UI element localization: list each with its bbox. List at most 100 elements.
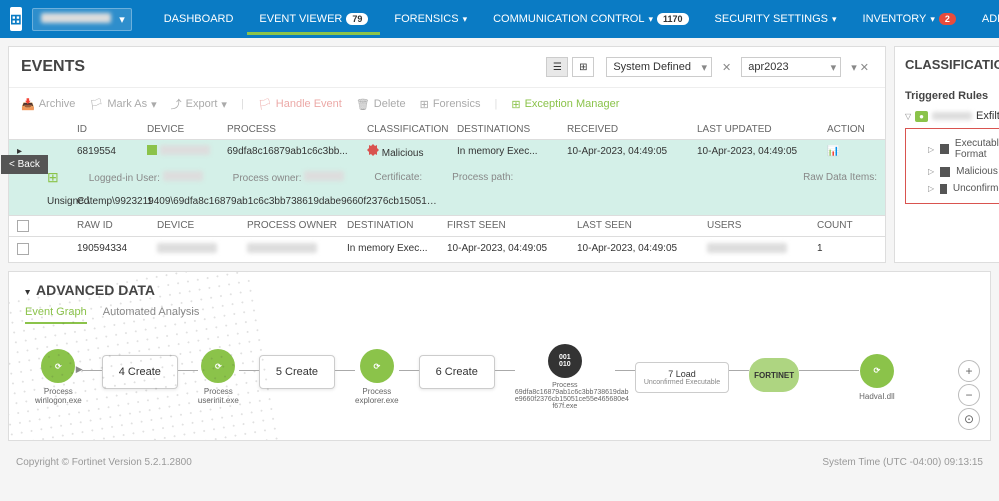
event-graph[interactable]: ⟳Process winlogon.exe 4 Create ⟳Process …: [25, 344, 974, 410]
graph-node[interactable]: ⟳Process winlogon.exe: [35, 349, 82, 405]
nav-forensics[interactable]: FORENSICS▾: [382, 3, 479, 35]
col[interactable]: LAST SEEN: [577, 220, 707, 232]
col-updated[interactable]: LAST UPDATED: [697, 124, 827, 135]
node-label: Process winlogon.exe: [35, 387, 82, 405]
rule-item[interactable]: ▷Unconfirmed Executable - Executable Fil…: [914, 180, 999, 197]
col[interactable]: DEVICE: [157, 220, 247, 232]
forensics-button[interactable]: ⊞ Forensics: [420, 98, 481, 111]
export-button[interactable]: ⤴ Export ▾: [171, 96, 227, 112]
nav-inventory[interactable]: INVENTORY▾2: [851, 3, 968, 35]
node-label: Process explorer.exe: [355, 387, 399, 405]
col-device[interactable]: DEVICE: [147, 124, 227, 135]
filter-date[interactable]: apr2023: [741, 57, 841, 77]
cell: 10-Apr-2023, 04:49:05: [447, 243, 577, 256]
graph-node[interactable]: ⟳HadvaI.dll: [859, 354, 895, 401]
col-received[interactable]: RECEIVED: [567, 124, 697, 135]
collapse-icon[interactable]: ▸: [22, 290, 33, 295]
nav-admin[interactable]: ADMINISTRATION▲: [970, 3, 999, 35]
col[interactable]: COUNT: [817, 220, 867, 232]
nav-label: FORENSICS: [394, 13, 458, 25]
events-grid: ID DEVICE PROCESS CLASSIFICATION DESTINA…: [9, 120, 885, 262]
markas-button[interactable]: 🏳 Mark As ▾: [89, 98, 156, 111]
badge: 1170: [657, 13, 689, 25]
copyright-text: Copyright © Fortinet Version 5.2.1.2800: [16, 457, 192, 468]
zoom-controls: + − ⊙: [958, 360, 980, 430]
tab-event-graph[interactable]: Event Graph: [25, 306, 87, 324]
rules-box: ▷Executable Format - Bad Executable File…: [905, 128, 999, 204]
delete-button[interactable]: 🗑 Delete: [356, 98, 406, 111]
triggered-rules-header: Triggered Rules: [905, 90, 999, 102]
col-id[interactable]: ID: [77, 124, 147, 135]
nav-dashboard[interactable]: DASHBOARD: [152, 3, 246, 35]
col[interactable]: USERS: [707, 220, 817, 232]
view-grid-icon[interactable]: ⊞: [572, 57, 594, 77]
action-icon[interactable]: 📊: [827, 146, 877, 157]
back-button[interactable]: < Back: [1, 155, 48, 174]
file-icon: [940, 144, 949, 154]
col-action[interactable]: ACTION: [827, 124, 877, 135]
col[interactable]: DESTINATION: [347, 220, 447, 232]
exception-button[interactable]: ⊞ Exception Manager: [511, 98, 619, 111]
nav-security[interactable]: SECURITY SETTINGS▾: [703, 3, 849, 35]
col-process[interactable]: PROCESS: [227, 124, 367, 135]
rule-item[interactable]: ▷Executable Format - Bad Executable File…: [914, 135, 999, 163]
cell: [157, 243, 247, 256]
row-expand-values: Unsigned C:\temp\9923219409\69dfa8c16879…: [9, 192, 885, 215]
advanced-title: ADVANCED DATA: [36, 282, 155, 298]
nav-label: COMMUNICATION CONTROL: [493, 13, 644, 25]
rule-root-label: Exfiltration Prevention: [976, 110, 999, 122]
chevron-down-icon: ▾: [648, 14, 653, 25]
graph-node[interactable]: ⟳Process userinit.exe: [198, 349, 239, 405]
view-list-icon[interactable]: ☰: [546, 57, 568, 77]
graph-edge-label: 4 Create: [102, 355, 178, 389]
col-destinations[interactable]: DESTINATIONS: [457, 124, 567, 135]
graph-edge-label: 5 Create: [259, 355, 335, 389]
nav-comm-control[interactable]: COMMUNICATION CONTROL ▾ 1170: [481, 3, 700, 35]
clear-filter-icon[interactable]: ✕: [718, 61, 735, 74]
btn-label: Archive: [39, 98, 76, 110]
details-title: CLASSIFICATION DETAILS: [905, 57, 999, 72]
rule-text: Executable Format - Bad Executable File …: [955, 138, 999, 160]
raw-value: 1: [147, 196, 207, 207]
graph-edge-label: 7 LoadUnconfirmed Executable: [635, 362, 729, 393]
rule-item[interactable]: ▷Malicious File Detected: [914, 163, 999, 180]
handle-button[interactable]: 🏳 Handle Event: [258, 98, 342, 111]
cell: 190594334: [77, 243, 157, 256]
tab-automated-analysis[interactable]: Automated Analysis: [103, 306, 200, 324]
file-icon: [940, 167, 950, 177]
cell-received: 10-Apr-2023, 04:49:05: [567, 146, 697, 157]
col[interactable]: PROCESS OWNER: [247, 220, 347, 232]
filter-system[interactable]: System Defined: [606, 57, 712, 77]
archive-button[interactable]: 📥 Archive: [21, 98, 75, 111]
col[interactable]: FIRST SEEN: [447, 220, 577, 232]
graph-node[interactable]: FORTINET: [749, 358, 799, 396]
zoom-in-button[interactable]: +: [958, 360, 980, 382]
collapse-icon[interactable]: ▽: [905, 112, 911, 121]
nav-event-viewer[interactable]: EVENT VIEWER79: [247, 3, 380, 35]
rule-root[interactable]: ▽ ● Exfiltration Prevention: [905, 110, 999, 122]
graph-node[interactable]: ⟳Process explorer.exe: [355, 349, 399, 405]
system-time: System Time (UTC -04:00) 09:13:15: [822, 457, 983, 468]
btn-label: Exception Manager: [525, 98, 620, 110]
filter-dropdown-icon[interactable]: ▾ ✕: [847, 61, 873, 74]
col[interactable]: RAW ID: [77, 220, 157, 232]
cell-classification: Malicious: [367, 144, 457, 159]
zoom-reset-button[interactable]: ⊙: [958, 408, 980, 430]
node-label: HadvaI.dll: [859, 392, 895, 401]
graph-node[interactable]: 001010Process 69dfa8c16879ab1c6c3bb73861…: [515, 344, 615, 410]
event-row[interactable]: ▸ 6819554 69dfa8c16879ab1c6c3bb... Malic…: [9, 140, 885, 163]
footer: Copyright © Fortinet Version 5.2.1.2800 …: [0, 449, 999, 476]
lbl: Process path:: [452, 172, 513, 183]
panel-title: EVENTS: [21, 58, 85, 76]
checkbox[interactable]: [17, 220, 29, 232]
zoom-out-button[interactable]: −: [958, 384, 980, 406]
fortinet-icon: FORTINET: [749, 358, 799, 392]
org-selector[interactable]: [32, 8, 132, 31]
subgrid-header: RAW ID DEVICE PROCESS OWNER DESTINATION …: [9, 215, 885, 237]
binary-icon: 001010: [548, 344, 582, 378]
file-icon: [940, 184, 947, 194]
checkbox[interactable]: [17, 243, 29, 255]
col-classification[interactable]: CLASSIFICATION: [367, 124, 457, 135]
subgrid-row[interactable]: 190594334 In memory Exec... 10-Apr-2023,…: [9, 237, 885, 262]
cell-updated: 10-Apr-2023, 04:49:05: [697, 146, 827, 157]
